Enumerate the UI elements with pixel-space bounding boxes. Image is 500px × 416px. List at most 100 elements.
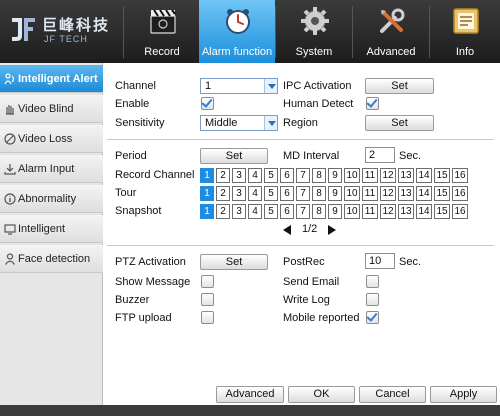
channel-toggle[interactable]: 1 [200, 186, 214, 201]
channel-toggle[interactable]: 7 [296, 168, 310, 183]
channel-toggle[interactable]: 16 [452, 168, 468, 183]
channel-toggle[interactable]: 9 [328, 186, 342, 201]
channel-toggle[interactable]: 15 [434, 204, 450, 219]
channel-toggle[interactable]: 2 [216, 186, 230, 201]
sidebar-item-face-detection[interactable]: Face detection [0, 245, 103, 273]
channel-toggle[interactable]: 4 [248, 168, 262, 183]
sidebar-item-label: Face detection [18, 253, 91, 265]
ftp-upload-checkbox[interactable] [201, 311, 214, 324]
channel-toggle[interactable]: 13 [398, 204, 414, 219]
channel-select[interactable]: 1 [200, 78, 278, 94]
next-page-icon[interactable] [328, 225, 336, 235]
human-detect-checkbox[interactable] [366, 96, 379, 110]
channel-toggle[interactable]: 4 [248, 204, 262, 219]
channel-toggle[interactable]: 10 [344, 168, 360, 183]
info-document-icon [453, 8, 479, 34]
download-tray-icon [4, 164, 16, 175]
tab-alarm-function[interactable]: Alarm function [199, 0, 275, 63]
tab-info[interactable]: Info [430, 0, 500, 63]
channel-toggle[interactable]: 12 [380, 204, 396, 219]
channel-toggle[interactable]: 8 [312, 168, 326, 183]
channel-toggle[interactable]: 11 [362, 168, 378, 183]
channel-toggle[interactable]: 8 [312, 204, 326, 219]
tools-icon [380, 8, 405, 33]
alarm-clock-icon [226, 9, 250, 34]
channel-toggle[interactable]: 2 [216, 168, 230, 183]
channel-toggle[interactable]: 9 [328, 168, 342, 183]
cancel-button[interactable]: Cancel [359, 386, 426, 403]
channel-toggle[interactable]: 13 [398, 168, 414, 183]
chevron-down-icon [264, 79, 277, 93]
channel-toggle[interactable]: 7 [296, 186, 310, 201]
channel-toggle[interactable]: 14 [416, 168, 432, 183]
region-set-button[interactable]: Set [365, 115, 434, 131]
postrec-input[interactable]: 10 [365, 253, 395, 269]
sidebar-item-intelligent-alert[interactable]: Intelligent Alert [0, 65, 103, 93]
show-message-checkbox[interactable] [201, 275, 214, 288]
sensitivity-select-value: Middle [205, 117, 238, 129]
channel-toggle[interactable]: 14 [416, 204, 432, 219]
previous-page-icon[interactable] [283, 225, 291, 235]
sidebar-item-intelligent[interactable]: Intelligent [0, 215, 103, 243]
tab-advanced[interactable]: Advanced [353, 0, 429, 63]
sensitivity-select[interactable]: Middle [200, 115, 278, 131]
channel-toggle[interactable]: 5 [264, 186, 278, 201]
sidebar-item-alarm-input[interactable]: Alarm Input [0, 155, 103, 183]
send-email-checkbox[interactable] [366, 275, 379, 288]
channel-toggle[interactable]: 3 [232, 204, 246, 219]
channel-toggle[interactable]: 11 [362, 186, 378, 201]
tab-system[interactable]: System [276, 0, 352, 63]
channel-toggle[interactable]: 7 [296, 204, 310, 219]
top-menu-bar: 巨峰科技 JF TECH Record Alarm function Syste… [0, 0, 500, 63]
ok-button[interactable]: OK [288, 386, 355, 403]
ptz-activation-set-button[interactable]: Set [200, 254, 268, 270]
tab-record-label: Record [144, 46, 180, 58]
channel-toggle[interactable]: 8 [312, 186, 326, 201]
channel-toggle[interactable]: 2 [216, 204, 230, 219]
tab-system-label: System [295, 46, 333, 58]
advanced-button[interactable]: Advanced [216, 386, 284, 403]
alarm-settings-panel: Channel 1 IPC Activation Set Enable Huma… [103, 63, 500, 416]
channel-toggle[interactable]: 3 [232, 186, 246, 201]
channel-toggle[interactable]: 4 [248, 186, 262, 201]
channel-toggle[interactable]: 15 [434, 168, 450, 183]
channel-toggle[interactable]: 16 [452, 186, 468, 201]
channel-toggle[interactable]: 5 [264, 204, 278, 219]
tab-record[interactable]: Record [124, 0, 200, 63]
channel-toggle[interactable]: 13 [398, 186, 414, 201]
channel-toggle[interactable]: 9 [328, 204, 342, 219]
channel-toggle[interactable]: 12 [380, 186, 396, 201]
sidebar-item-label: Alarm Input [18, 163, 75, 175]
channel-toggle[interactable]: 3 [232, 168, 246, 183]
sidebar-item-video-blind[interactable]: Video Blind [0, 95, 103, 123]
channel-toggle[interactable]: 16 [452, 204, 468, 219]
sidebar-item-video-loss[interactable]: Video Loss [0, 125, 103, 153]
channel-toggle[interactable]: 11 [362, 204, 378, 219]
mobile-reported-checkbox[interactable] [366, 310, 379, 324]
postrec-label: PostRec [283, 256, 325, 268]
channel-toggle[interactable]: 14 [416, 186, 432, 201]
channel-toggle[interactable]: 12 [380, 168, 396, 183]
channel-toggle[interactable]: 10 [344, 186, 360, 201]
channel-toggle[interactable]: 1 [200, 168, 214, 183]
channel-toggle[interactable]: 5 [264, 168, 278, 183]
person-icon [5, 253, 15, 265]
apply-button[interactable]: Apply [430, 386, 497, 403]
write-log-checkbox[interactable] [366, 293, 379, 306]
channel-toggle[interactable]: 1 [200, 204, 214, 219]
sidebar-item-label: Video Loss [18, 133, 73, 145]
ipc-activation-set-button[interactable]: Set [365, 78, 434, 94]
buzzer-label: Buzzer [115, 294, 150, 306]
buzzer-checkbox[interactable] [201, 293, 214, 306]
human-detect-label: Human Detect [283, 98, 354, 110]
jf-logo-icon [12, 18, 35, 41]
channel-toggle[interactable]: 10 [344, 204, 360, 219]
md-interval-input[interactable]: 2 [365, 147, 395, 163]
channel-toggle[interactable]: 6 [280, 168, 294, 183]
channel-toggle[interactable]: 15 [434, 186, 450, 201]
period-set-button[interactable]: Set [200, 148, 268, 164]
channel-toggle[interactable]: 6 [280, 186, 294, 201]
channel-toggle[interactable]: 6 [280, 204, 294, 219]
enable-checkbox[interactable] [201, 96, 214, 110]
sidebar-item-abnormality[interactable]: Abnormality [0, 185, 103, 213]
